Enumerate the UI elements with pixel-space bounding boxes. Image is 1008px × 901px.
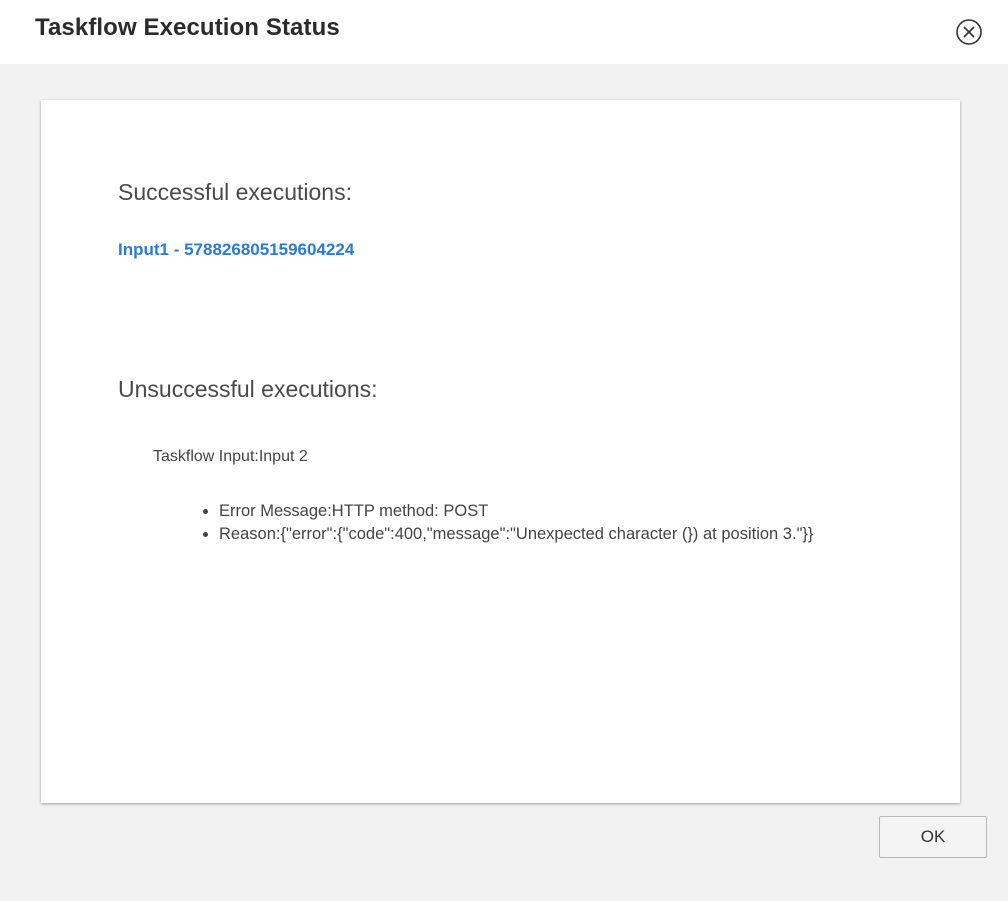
unsuccessful-executions-heading: Unsuccessful executions: — [118, 376, 378, 402]
successful-executions-heading: Successful executions: — [118, 179, 352, 205]
error-message-item: Error Message:HTTP method: POST — [219, 500, 919, 523]
error-details-list: Error Message:HTTP method: POST Reason:{… — [199, 500, 919, 546]
close-circle-icon — [956, 19, 982, 45]
failed-taskflow-input: Taskflow Input:Input 2 — [153, 448, 308, 465]
execution-results-card: Successful executions: Input1 - 57882680… — [41, 100, 960, 803]
taskflow-execution-status-dialog: Taskflow Execution Status Successful exe… — [0, 0, 1008, 901]
dialog-title: Taskflow Execution Status — [35, 14, 340, 41]
close-button[interactable] — [955, 18, 983, 46]
ok-button[interactable]: OK — [879, 816, 987, 858]
successful-execution-link[interactable]: Input1 - 578826805159604224 — [118, 240, 354, 260]
error-reason-item: Reason:{"error":{"code":400,"message":"U… — [219, 523, 919, 546]
dialog-header: Taskflow Execution Status — [0, 0, 1008, 64]
dialog-body: Successful executions: Input1 - 57882680… — [0, 64, 1008, 901]
